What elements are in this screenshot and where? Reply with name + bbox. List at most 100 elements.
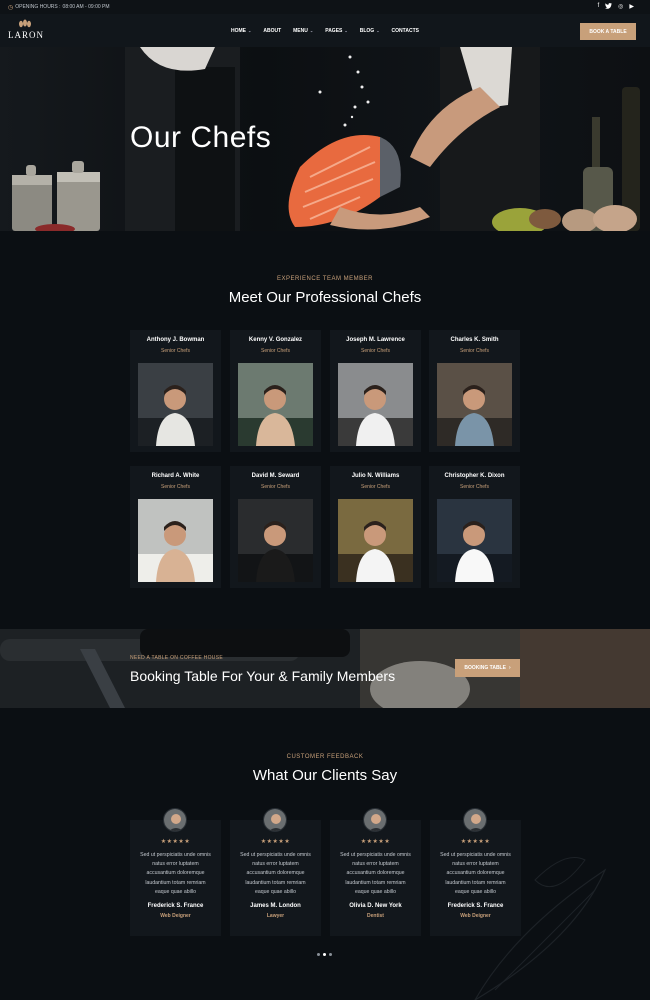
chef-photo <box>338 499 413 582</box>
chef-card[interactable]: Richard A. White Senior Chefs <box>130 466 221 588</box>
avatar <box>363 808 387 832</box>
nav-label: BLOG <box>359 27 375 34</box>
chef-role: Senior Chefs <box>261 348 290 354</box>
coffee-beans-icon <box>8 19 42 30</box>
client-name: James M. London <box>250 903 301 909</box>
nav-label: ABOUT <box>263 27 282 34</box>
chevron-right-icon: › <box>508 665 511 671</box>
nav-menu: HOME ⌄ ABOUT MENU ⌄ PAGES ⌄ BLOG ⌄ CONTACTS <box>231 14 419 47</box>
chef-card[interactable]: Julio N. Williams Senior Chefs <box>330 466 421 588</box>
nav-label: MENU <box>293 27 308 34</box>
avatar <box>263 808 287 832</box>
chef-photo <box>138 499 213 582</box>
chef-name: Anthony J. Bowman <box>146 337 205 343</box>
testimonials-subtitle: CUSTOMER FEEDBACK <box>286 754 364 760</box>
chevron-down-icon: ⌄ <box>344 28 348 33</box>
chef-card[interactable]: Joseph M. Lawrence Senior Chefs <box>330 330 421 452</box>
chef-role: Senior Chefs <box>161 348 190 354</box>
client-role: Dentist <box>367 913 384 919</box>
client-name: Frederick S. France <box>147 903 204 909</box>
nav-item-home[interactable]: HOME ⌄ <box>231 28 251 34</box>
chef-photo <box>437 499 512 582</box>
rating-stars: ★★★★★ <box>460 839 491 845</box>
testimonial-card: ★★★★★ Sed ut perspiciatis unde omnis natu… <box>130 808 221 936</box>
chef-role: Senior Chefs <box>161 484 190 490</box>
chevron-down-icon: ⌄ <box>248 28 252 33</box>
pagination-dot[interactable] <box>317 953 320 956</box>
rating-stars: ★★★★★ <box>260 839 291 845</box>
rating-stars: ★★★★★ <box>160 839 191 845</box>
nav-item-about[interactable]: ABOUT <box>263 28 281 34</box>
booking-banner: NEED A TABLE ON COFFEE HOUSE Booking Tab… <box>0 629 650 708</box>
testimonial-quote: Sed ut perspiciatis unde omnis natus err… <box>340 852 411 895</box>
pagination-dot-active[interactable] <box>323 953 326 956</box>
chef-name: Richard A. White <box>151 473 200 479</box>
client-name: Olivia D. New York <box>349 903 402 909</box>
testimonial-quote: Sed ut perspiciatis unde omnis natus err… <box>140 852 211 895</box>
booking-table-button[interactable]: BOOKING TABLE › <box>455 659 520 677</box>
chef-name: Julio N. Williams <box>351 473 400 479</box>
chef-photo <box>238 363 313 446</box>
opening-hours-value: 08:00 AM - 09:00 PM <box>62 4 110 10</box>
client-role: Lawyer <box>266 913 285 919</box>
booking-button-label: BOOKING TABLE <box>464 665 506 671</box>
team-subtitle: EXPERIENCE TEAM MEMBER <box>277 276 373 282</box>
chef-card[interactable]: Charles K. Smith Senior Chefs <box>429 330 520 452</box>
twitter-icon[interactable] <box>605 3 613 11</box>
chef-role: Senior Chefs <box>460 348 489 354</box>
chef-photo <box>338 363 413 446</box>
top-bar: ◷ OPENING HOURS : 08:00 AM - 09:00 PM f … <box>0 0 650 14</box>
booking-title: Booking Table For Your & Family Members <box>130 668 396 684</box>
testimonials-title: What Our Clients Say <box>252 767 398 784</box>
pagination-dot[interactable] <box>329 953 332 956</box>
testimonial-card: ★★★★★ Sed ut perspiciatis unde omnis natu… <box>330 808 421 936</box>
chef-card[interactable]: Christopher K. Dixon Senior Chefs <box>429 466 520 588</box>
brand-name: LARON <box>8 30 44 40</box>
team-title: Meet Our Professional Chefs <box>228 289 422 306</box>
nav-label: PAGES <box>325 27 343 34</box>
chevron-down-icon: ⌄ <box>309 28 314 33</box>
chef-card[interactable]: David M. Seward Senior Chefs <box>230 466 321 588</box>
chef-card[interactable]: Anthony J. Bowman Senior Chefs <box>130 330 221 452</box>
opening-hours-label: OPENING HOURS : <box>15 4 61 10</box>
clock-icon: ◷ <box>8 4 14 11</box>
chef-name: David M. Seward <box>251 473 300 479</box>
testimonial-card: ★★★★★ Sed ut perspiciatis unde omnis natu… <box>430 808 521 936</box>
chef-name: Kenny V. Gonzalez <box>248 337 303 343</box>
chef-role: Senior Chefs <box>361 484 390 490</box>
hero-illustration <box>12 47 640 231</box>
testimonial-quote: Sed ut perspiciatis unde omnis natus err… <box>440 852 511 895</box>
facebook-icon[interactable]: f <box>597 3 599 11</box>
chef-card[interactable]: Kenny V. Gonzalez Senior Chefs <box>230 330 321 452</box>
chef-photo <box>437 363 512 446</box>
chef-photo <box>138 363 213 446</box>
nav-item-contacts[interactable]: CONTACTS <box>392 28 419 34</box>
client-role: Web Deigner <box>460 913 491 919</box>
nav-label: HOME <box>231 27 246 34</box>
instagram-icon[interactable]: ◎ <box>618 3 623 11</box>
hero-banner: Our Chefs <box>0 47 650 231</box>
testimonial-quote: Sed ut perspiciatis unde omnis natus err… <box>240 852 311 895</box>
chef-role: Senior Chefs <box>460 484 489 490</box>
client-role: Web Deigner <box>160 913 191 919</box>
avatar <box>163 808 187 832</box>
avatar <box>463 808 487 832</box>
social-links: f ◎ ▶ <box>597 3 634 11</box>
opening-hours: ◷ OPENING HOURS : 08:00 AM - 09:00 PM <box>8 4 110 11</box>
client-name: Frederick S. France <box>447 903 504 909</box>
chef-photo <box>238 499 313 582</box>
nav-item-pages[interactable]: PAGES ⌄ <box>325 28 348 34</box>
rating-stars: ★★★★★ <box>360 839 391 845</box>
testimonial-card: ★★★★★ Sed ut perspiciatis unde omnis natu… <box>230 808 321 936</box>
carousel-pagination <box>317 953 332 956</box>
page-title: Our Chefs <box>130 121 272 154</box>
book-a-table-button[interactable]: BOOK A TABLE <box>580 23 636 40</box>
main-navigation: LARON HOME ⌄ ABOUT MENU ⌄ PAGES ⌄ BLOG ⌄ CON… <box>0 14 650 47</box>
nav-item-blog[interactable]: BLOG ⌄ <box>360 28 380 34</box>
chef-name: Christopher K. Dixon <box>444 473 505 479</box>
logo[interactable]: LARON <box>8 19 44 43</box>
nav-item-menu[interactable]: MENU ⌄ <box>293 28 313 34</box>
youtube-icon[interactable]: ▶ <box>629 3 634 11</box>
chevron-down-icon: ⌄ <box>376 28 380 33</box>
chef-role: Senior Chefs <box>361 348 390 354</box>
